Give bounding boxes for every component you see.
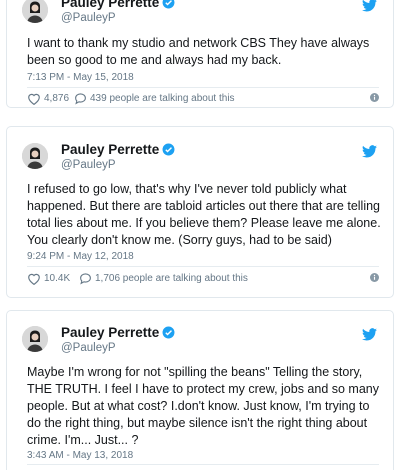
- tweet-text: Maybe I'm wrong for not "spilling the be…: [27, 365, 379, 447]
- tweet-text: I want to thank my studio and network CB…: [27, 36, 370, 67]
- twitter-bird-icon[interactable]: [362, 145, 377, 158]
- heart-icon[interactable]: [27, 272, 41, 285]
- talking-count[interactable]: 439 people are talking about this: [90, 93, 235, 104]
- verified-badge-icon: [162, 0, 175, 9]
- tweet-card[interactable]: Pauley Perrette @PauleyP Maybe I'm wrong…: [6, 310, 394, 470]
- avatar[interactable]: [22, 143, 48, 169]
- like-count[interactable]: 10.4K: [44, 273, 70, 284]
- divider: [27, 464, 379, 465]
- avatar[interactable]: [22, 326, 48, 352]
- speech-bubble-icon[interactable]: [74, 92, 87, 105]
- display-name[interactable]: Pauley Perrette: [61, 142, 175, 157]
- talking-count[interactable]: 1,706 people are talking about this: [95, 273, 248, 284]
- timestamp[interactable]: 9:24 PM - May 12, 2018: [27, 251, 134, 262]
- display-name[interactable]: Pauley Perrette: [61, 325, 175, 340]
- tweet-card[interactable]: Pauley Perrette @PauleyP I want to thank…: [6, 0, 394, 108]
- divider: [27, 266, 379, 267]
- timestamp[interactable]: 7:13 PM - May 15, 2018: [27, 72, 134, 83]
- like-count[interactable]: 4,876: [44, 93, 69, 104]
- timestamp[interactable]: 3:43 AM - May 13, 2018: [27, 450, 133, 461]
- heart-icon[interactable]: [27, 92, 41, 105]
- twitter-bird-icon[interactable]: [362, 0, 377, 12]
- tweet-actions: 10.4K 1,706 people are talking about thi…: [27, 272, 379, 286]
- verified-badge-icon: [162, 143, 175, 156]
- divider: [27, 87, 379, 88]
- tweet-text: I refused to go low, that's why I've nev…: [27, 182, 381, 247]
- speech-bubble-icon[interactable]: [79, 272, 92, 285]
- tweet-card[interactable]: Pauley Perrette @PauleyP I refused to go…: [6, 126, 394, 298]
- verified-badge-icon: [162, 326, 175, 339]
- display-name[interactable]: Pauley Perrette: [61, 0, 175, 10]
- info-icon[interactable]: [370, 273, 379, 282]
- handle[interactable]: @PauleyP: [61, 159, 116, 171]
- info-icon[interactable]: [370, 93, 379, 102]
- tweet-actions: 4,876 439 people are talking about this: [27, 92, 379, 106]
- handle[interactable]: @PauleyP: [61, 12, 116, 24]
- handle[interactable]: @PauleyP: [61, 342, 116, 354]
- twitter-bird-icon[interactable]: [362, 328, 377, 341]
- avatar[interactable]: [22, 0, 48, 23]
